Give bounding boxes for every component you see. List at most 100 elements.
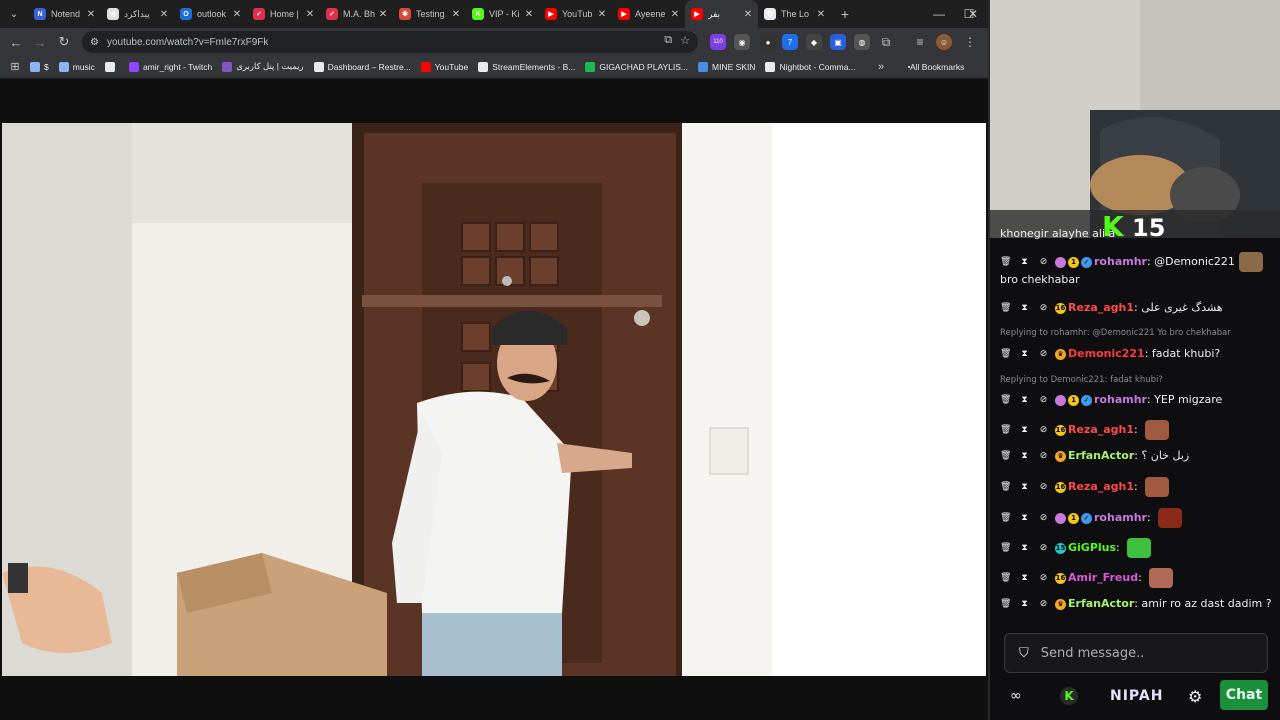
tab-close-icon[interactable]: ✕ [596, 9, 608, 20]
tab-close-icon[interactable]: ✕ [450, 9, 462, 20]
reply-context[interactable]: Replying to Demonic221: fadat khubi? [1000, 375, 1163, 385]
chat-username[interactable]: Reza_agh1 [1068, 301, 1134, 314]
bookmark-item[interactable]: amir_right - Twitch [128, 61, 212, 72]
chat-username[interactable]: Demonic221 [1068, 347, 1145, 360]
browser-tab[interactable]: Ooutlook ✕ [174, 0, 247, 28]
more-bookmarks-icon[interactable]: » [878, 61, 884, 73]
tab-close-icon[interactable]: ✕ [742, 9, 754, 20]
tab-close-icon[interactable]: ✕ [669, 9, 681, 20]
chat-input[interactable]: ⛉ Send message.. [1004, 633, 1268, 673]
browser-tab[interactable]: N Notend ✕ [28, 0, 101, 28]
new-tab-button[interactable]: + [831, 6, 859, 22]
timeout-icon[interactable]: ⧗ [1019, 543, 1030, 554]
tab-close-icon[interactable]: ✕ [815, 9, 827, 20]
reply-context[interactable]: Replying to rohamhr: @Demonic221 Yo bro … [1000, 328, 1231, 338]
settings-gear-icon[interactable]: ⚙ [1188, 687, 1202, 706]
ban-icon[interactable]: ⊘ [1038, 425, 1049, 436]
trash-icon[interactable]: 🗑 [1000, 425, 1011, 436]
trash-icon[interactable]: 🗑 [1000, 451, 1011, 462]
browser-tab[interactable]: ◎ پیداکرد ✕ [101, 0, 174, 28]
trash-icon[interactable]: 🗑 [1000, 482, 1011, 493]
back-icon[interactable]: ← [4, 28, 28, 56]
cast-icon[interactable]: ⧉ [664, 34, 672, 47]
chat-username[interactable]: rohamhr [1094, 393, 1147, 406]
browser-tab[interactable]: ▶ Ayeene ✕ [612, 0, 685, 28]
browser-tab[interactable]: ✓ M.A. Bh ✕ [320, 0, 393, 28]
extension-icon[interactable]: ◆ [806, 34, 822, 50]
profile-avatar[interactable]: ☺ [936, 34, 952, 50]
ban-icon[interactable]: ⊘ [1038, 349, 1049, 360]
trash-icon[interactable]: 🗑 [1000, 573, 1011, 584]
timeout-icon[interactable]: ⧗ [1019, 395, 1030, 406]
chat-username[interactable]: Reza_agh1 [1068, 480, 1134, 493]
ban-icon[interactable]: ⊘ [1038, 482, 1049, 493]
trash-icon[interactable]: 🗑 [1000, 543, 1011, 554]
trash-icon[interactable]: 🗑 [1000, 257, 1011, 268]
bookmark-item[interactable]: $ [30, 61, 49, 72]
bookmark-star-icon[interactable]: ☆ [680, 34, 690, 47]
bookmark-item[interactable]: ریمیت | پنل کاربری [222, 61, 304, 72]
extension-icon[interactable]: ◍ [854, 34, 870, 50]
timeout-icon[interactable]: ⧗ [1019, 303, 1030, 314]
timeout-icon[interactable]: ⧗ [1019, 573, 1030, 584]
tab-search-icon[interactable]: ⌄ [0, 0, 28, 28]
ban-icon[interactable]: ⊘ [1038, 573, 1049, 584]
ban-icon[interactable]: ⊘ [1038, 543, 1049, 554]
browser-tab[interactable]: G The Lo ✕ [758, 0, 831, 28]
ban-icon[interactable]: ⊘ [1038, 303, 1049, 314]
minimize-icon[interactable]: — [924, 0, 954, 28]
chat-username[interactable]: Reza_agh1 [1068, 423, 1134, 436]
all-bookmarks[interactable]: All Bookmarks [908, 62, 964, 72]
ban-icon[interactable]: ⊘ [1038, 395, 1049, 406]
trash-icon[interactable]: 🗑 [1000, 303, 1011, 314]
browser-tab[interactable]: ✓ Home | ✕ [247, 0, 320, 28]
chat-send-button[interactable]: Chat [1220, 680, 1268, 710]
chat-username[interactable]: Amir_Freud [1068, 571, 1138, 584]
browser-tab[interactable]: ▶ YouTub ✕ [539, 0, 612, 28]
browser-tab[interactable]: ▶ بفر ✕ [685, 0, 758, 28]
address-url[interactable]: youtube.com/watch?v=Fmle7rxF9Fk [107, 37, 268, 48]
timeout-icon[interactable]: ⧗ [1019, 349, 1030, 360]
tab-close-icon[interactable]: ✕ [85, 9, 97, 20]
tab-close-icon[interactable]: ✕ [231, 9, 243, 20]
ban-icon[interactable]: ⊘ [1038, 451, 1049, 462]
timeout-icon[interactable]: ⧗ [1019, 451, 1030, 462]
extension-icon[interactable]: ● [760, 34, 776, 50]
timeout-icon[interactable]: ⧗ [1019, 599, 1030, 610]
chat-username[interactable]: ErfanActor [1068, 449, 1134, 462]
ban-icon[interactable]: ⊘ [1038, 257, 1049, 268]
bookmark-item[interactable]: StreamElements - B... [478, 61, 575, 72]
chat-username[interactable]: ErfanActor [1068, 597, 1134, 610]
apps-grid-icon[interactable]: ⊞ [0, 60, 30, 73]
ban-icon[interactable]: ⊘ [1038, 513, 1049, 524]
extension-icon[interactable]: 7 [782, 34, 798, 50]
browser-tab[interactable]: ✱ Testing ✕ [393, 0, 466, 28]
kick-emote-icon[interactable]: K [1060, 687, 1078, 705]
browser-menu-icon[interactable]: ⋮ [962, 34, 978, 50]
tab-close-icon[interactable]: ✕ [523, 9, 535, 20]
trash-icon[interactable]: 🗑 [1000, 395, 1011, 406]
extension-badge-icon[interactable]: 110 [710, 34, 726, 50]
bookmark-item[interactable]: Nightbot - Comma... [765, 61, 856, 72]
browser-tab[interactable]: K VIP - Ki ✕ [466, 0, 539, 28]
trash-icon[interactable]: 🗑 [1000, 349, 1011, 360]
tab-close-icon[interactable]: ✕ [158, 9, 170, 20]
bookmark-item[interactable]: MINE SKIN [698, 61, 755, 72]
tab-close-icon[interactable]: ✕ [377, 9, 389, 20]
timeout-icon[interactable]: ⧗ [1019, 425, 1030, 436]
bookmark-item[interactable]: YouTube [420, 61, 468, 72]
close-window-icon[interactable]: ✕ [958, 0, 988, 28]
bookmark-item[interactable]: music [58, 61, 95, 72]
bookmark-item[interactable]: Dashboard – Restre... [313, 61, 411, 72]
tab-close-icon[interactable]: ✕ [304, 9, 316, 20]
chat-username[interactable]: rohamhr [1094, 255, 1147, 268]
timeout-icon[interactable]: ⧗ [1019, 257, 1030, 268]
chat-username[interactable]: rohamhr [1094, 511, 1147, 524]
extension-icon[interactable]: ▣ [830, 34, 846, 50]
extension-icon[interactable]: ◉ [734, 34, 750, 50]
trash-icon[interactable]: 🗑 [1000, 513, 1011, 524]
site-info-icon[interactable]: ⚙ [90, 37, 99, 48]
address-bar[interactable]: ⚙ youtube.com/watch?v=Fmle7rxF9Fk ⧉ ☆ [82, 31, 698, 53]
ban-icon[interactable]: ⊘ [1038, 599, 1049, 610]
emote-menu-icon[interactable]: ∞ [1010, 688, 1022, 704]
